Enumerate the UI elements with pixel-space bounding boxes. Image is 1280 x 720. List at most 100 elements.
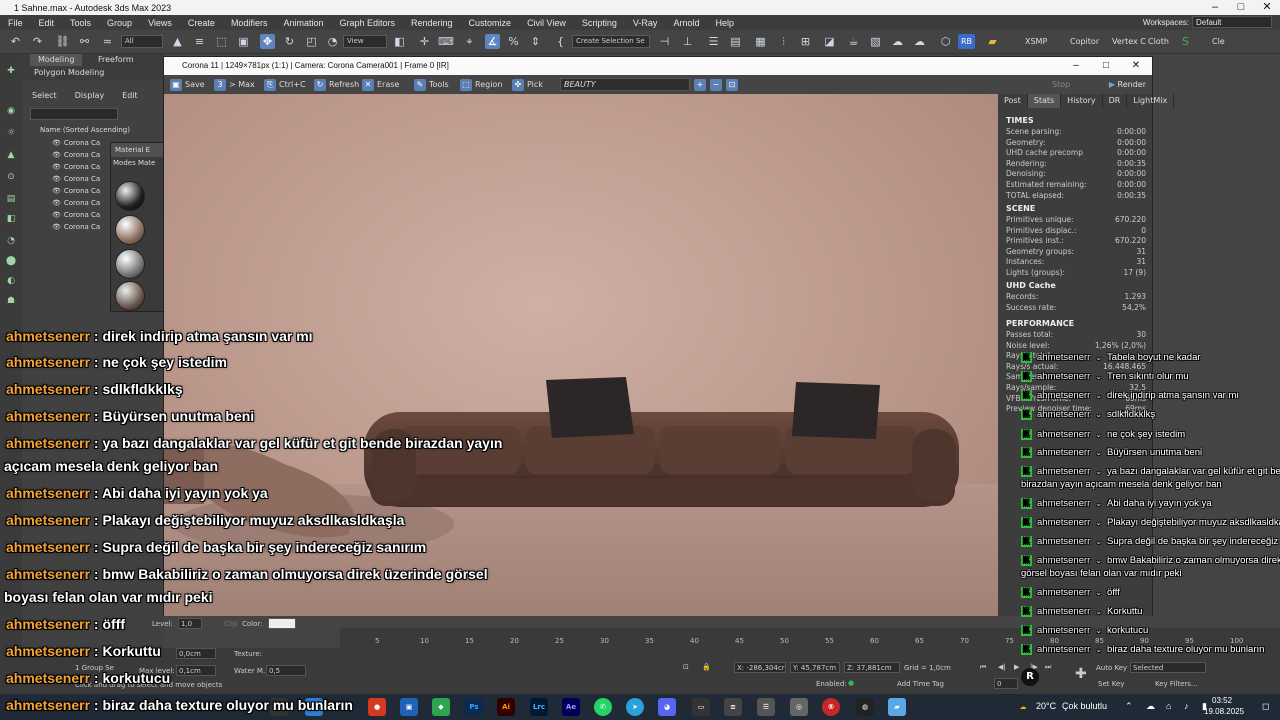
rendered-frame-window-icon[interactable]: ▧: [868, 34, 883, 49]
render-element-dropdown[interactable]: BEAUTY: [560, 78, 690, 91]
to-max-button[interactable]: 3 > Max: [214, 78, 255, 91]
taskbar-app-icon[interactable]: ▣: [400, 698, 418, 716]
scene-icon[interactable]: ▤: [4, 192, 18, 206]
menu-help[interactable]: Help: [707, 18, 742, 28]
whatsapp-icon[interactable]: ✆: [594, 698, 612, 716]
align-icon[interactable]: ⊥: [680, 34, 695, 49]
zoom-fit-button[interactable]: ⊡: [726, 78, 741, 91]
render-canvas[interactable]: [164, 94, 998, 616]
visibility-icon[interactable]: 👁: [52, 163, 61, 171]
menu-display[interactable]: Display: [75, 91, 105, 100]
play-button-icon[interactable]: ▶: [1014, 663, 1019, 671]
utilities-icon[interactable]: ☗: [4, 294, 18, 308]
menu-graph-editors[interactable]: Graph Editors: [331, 18, 403, 28]
visibility-icon[interactable]: 👁: [52, 175, 61, 183]
list-item[interactable]: 👁 Corona Ca: [52, 163, 100, 171]
list-item[interactable]: 👁 Corona Ca: [52, 139, 100, 147]
select-and-move-icon[interactable]: ✥: [260, 34, 275, 49]
camera-icon[interactable]: ☼: [4, 126, 18, 140]
mirror-icon[interactable]: ⊣: [657, 34, 672, 49]
go-to-start-icon[interactable]: ⏮: [980, 663, 986, 672]
material-slot[interactable]: [115, 181, 145, 211]
clock-date[interactable]: 19.08.2025: [1204, 707, 1244, 716]
rect-selection-icon[interactable]: ⬚: [214, 34, 229, 49]
menu-select[interactable]: Select: [32, 91, 57, 100]
lock-icon[interactable]: 🔒: [702, 663, 711, 671]
menu-customize[interactable]: Customize: [461, 18, 520, 28]
xsmp-label[interactable]: XSMP: [1025, 37, 1047, 46]
visibility-icon[interactable]: 👁: [52, 223, 61, 231]
coord-spinner[interactable]: 0,0cm: [176, 648, 216, 659]
set-key-plus-icon[interactable]: ✚: [1075, 666, 1087, 682]
percent-snap-icon[interactable]: %: [506, 34, 521, 49]
tab-post[interactable]: Post: [998, 94, 1028, 108]
taskbar-app-icon[interactable]: ▭: [692, 698, 710, 716]
auto-key-button[interactable]: Auto Key: [1096, 664, 1127, 672]
notifications-icon[interactable]: ◻: [1262, 701, 1269, 712]
vfb-maximize-button[interactable]: □: [1092, 57, 1120, 75]
menu-rendering[interactable]: Rendering: [403, 18, 461, 28]
stop-button[interactable]: Stop: [1052, 78, 1070, 91]
edit-named-selection-icon[interactable]: {: [553, 34, 568, 49]
selection-filter-dropdown[interactable]: All: [121, 35, 163, 48]
undo-icon[interactable]: ↶: [8, 34, 23, 49]
bind-space-warp-icon[interactable]: ≈: [100, 34, 115, 49]
polygon-modeling-label[interactable]: Polygon Modeling: [26, 67, 112, 79]
prev-frame-icon[interactable]: ◀|: [998, 663, 1006, 671]
toggle-ribbon-icon[interactable]: ▦: [753, 34, 768, 49]
taskbar-app-icon[interactable]: ☰: [757, 698, 775, 716]
list-item[interactable]: 👁 Corona Ca: [52, 151, 100, 159]
light-icon[interactable]: ▲: [4, 148, 18, 162]
minimize-button[interactable]: –: [1202, 0, 1228, 15]
clock-time[interactable]: 03:52: [1212, 696, 1232, 705]
taskbar-app-icon[interactable]: ◆: [432, 698, 450, 716]
helper-icon[interactable]: ⊙: [4, 170, 18, 184]
taskbar-app-icon[interactable]: ▰: [888, 698, 906, 716]
sg-icon[interactable]: S: [1178, 34, 1193, 49]
menu-create[interactable]: Create: [180, 18, 223, 28]
menu-vray[interactable]: V-Ray: [625, 18, 666, 28]
tab-history[interactable]: History: [1061, 94, 1103, 108]
taskbar-app-icon[interactable]: ≡: [724, 698, 742, 716]
scene-explorer-icon[interactable]: ☰: [706, 34, 721, 49]
menu-tools[interactable]: Tools: [62, 18, 99, 28]
list-item[interactable]: 👁 Corona Ca: [52, 199, 100, 207]
maximize-button[interactable]: □: [1228, 0, 1254, 15]
menu-material[interactable]: Mate: [138, 159, 155, 167]
tools-button[interactable]: ✎ Tools: [414, 78, 449, 91]
region-button[interactable]: ⬚ Region: [460, 78, 502, 91]
z-coord-field[interactable]: Z: 37,881cm: [844, 662, 900, 673]
level-spinner[interactable]: 1,0: [178, 618, 202, 629]
tray-chevron-icon[interactable]: ⌃: [1125, 701, 1133, 712]
zoom-out-button[interactable]: −: [710, 78, 725, 91]
material-slot[interactable]: [115, 281, 145, 311]
place-icon[interactable]: ◔: [325, 34, 340, 49]
link-icon[interactable]: ⛓: [55, 34, 70, 49]
y-coord-field[interactable]: Y: 45,787cm: [790, 662, 840, 673]
tab-lightmix[interactable]: LightMix: [1127, 94, 1175, 108]
telegram-icon[interactable]: ➤: [626, 698, 644, 716]
discord-icon[interactable]: ◕: [658, 698, 676, 716]
menu-civil-view[interactable]: Civil View: [519, 18, 574, 28]
menu-arnold[interactable]: Arnold: [665, 18, 707, 28]
tab-dr[interactable]: DR: [1103, 94, 1128, 108]
scene-list-header[interactable]: Name (Sorted Ascending): [40, 126, 130, 134]
copy-button[interactable]: ⎘ Ctrl+C: [264, 78, 306, 91]
select-object-icon[interactable]: ▲: [170, 34, 185, 49]
tab-freeform[interactable]: Freeform: [90, 54, 142, 66]
layer-explorer-icon[interactable]: ▤: [728, 34, 743, 49]
water-spinner[interactable]: 0,5: [266, 665, 306, 676]
x-coord-field[interactable]: X: -286,304cr: [734, 662, 786, 673]
cle-label[interactable]: Cle: [1212, 37, 1225, 46]
network-icon[interactable]: ⌂: [1166, 701, 1171, 711]
menu-file[interactable]: File: [0, 18, 31, 28]
cloth-label[interactable]: Cloth: [1148, 37, 1169, 46]
illustrator-icon[interactable]: Ai: [497, 698, 515, 716]
pick-button[interactable]: ✜ Pick: [512, 78, 543, 91]
select-by-name-icon[interactable]: ≡: [192, 34, 207, 49]
geometry-icon[interactable]: ◉: [4, 104, 18, 118]
reference-coordinate-dropdown[interactable]: View: [343, 35, 387, 48]
taskbar-app-icon[interactable]: ◍: [856, 698, 874, 716]
visibility-icon[interactable]: 👁: [52, 187, 61, 195]
zoom-in-button[interactable]: +: [694, 78, 709, 91]
